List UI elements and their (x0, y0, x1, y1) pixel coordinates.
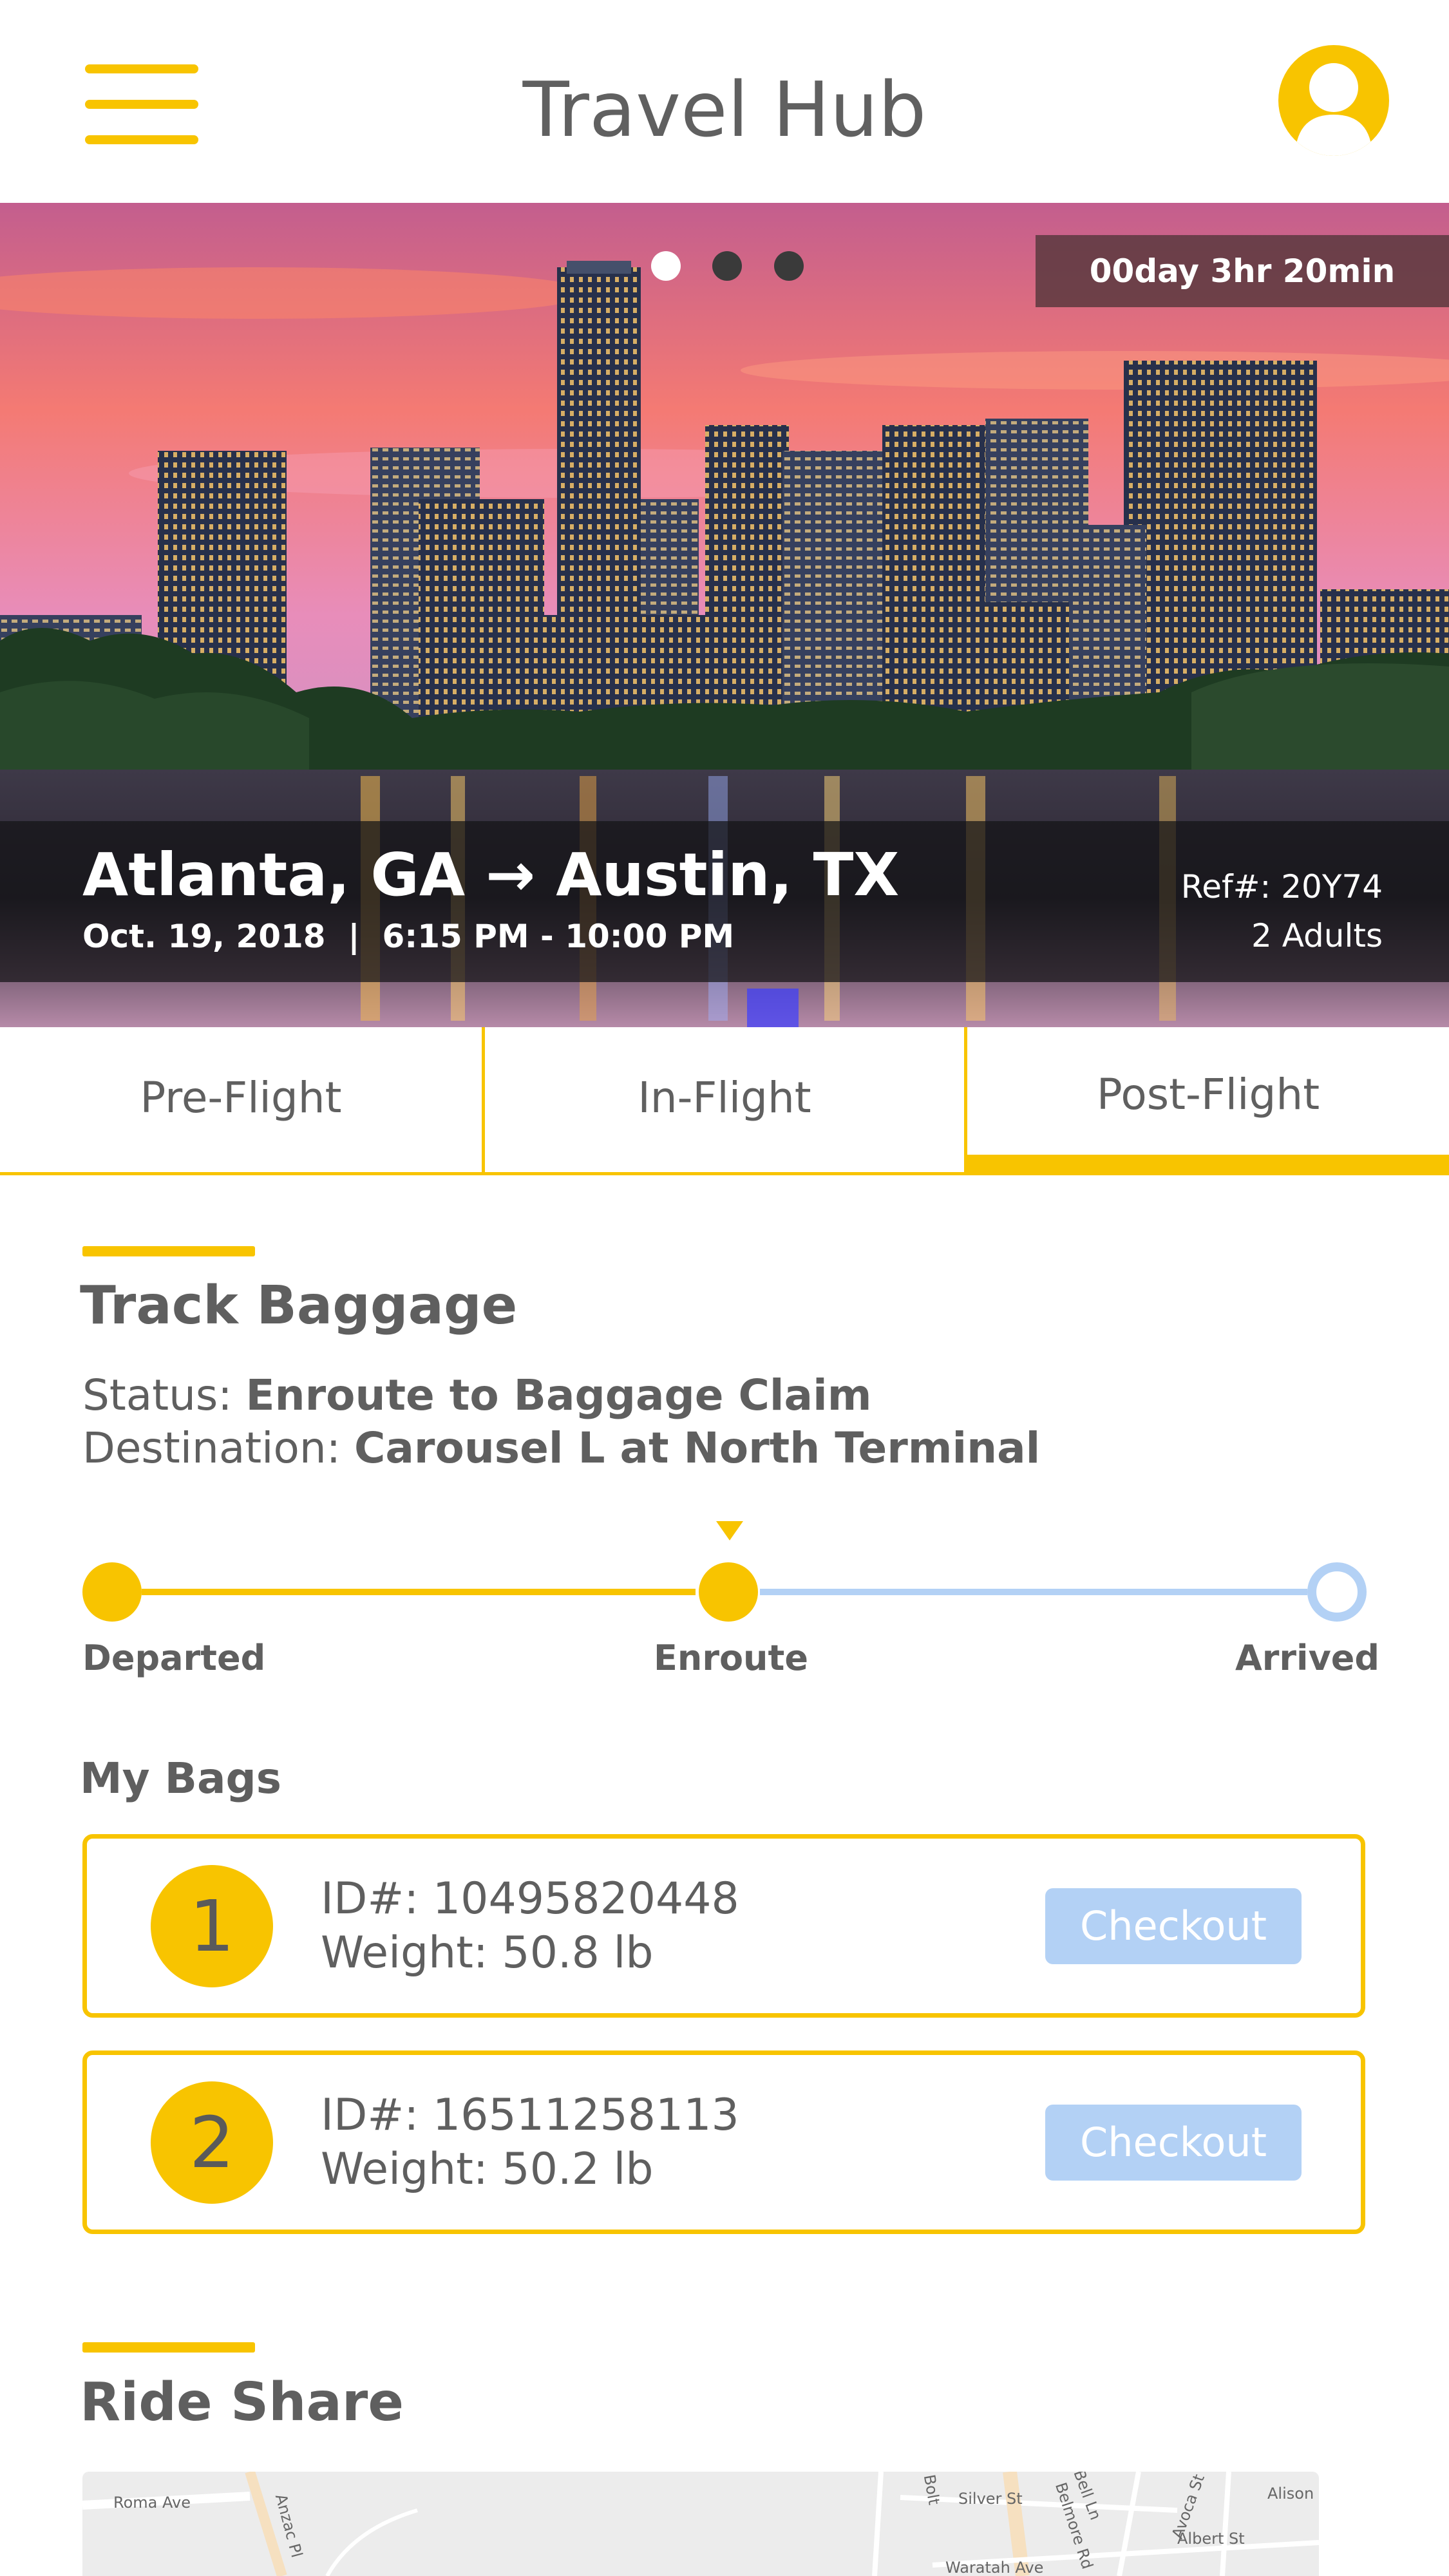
bag-card: 1 ID#: 10495820448 Weight: 50.8 lb Check… (82, 1834, 1365, 2018)
tab-in-flight[interactable]: In-Flight (485, 1027, 964, 1174)
bag-id: ID#: 16511258113 (321, 2090, 739, 2141)
progress-line-complete (142, 1589, 696, 1595)
progress-line-pending (760, 1589, 1307, 1595)
track-baggage-title: Track Baggage (80, 1275, 518, 1336)
current-step-pointer-icon (716, 1521, 743, 1540)
map-street-label: Roma Ave (113, 2494, 191, 2512)
map-street-label: Waratah Ave (945, 2559, 1044, 2576)
status-label: Status: (82, 1370, 232, 1420)
countdown-badge: 00day 3hr 20min (1036, 235, 1449, 307)
step-arrived-label: Arrived (1235, 1638, 1380, 1678)
trip-datetime: Oct. 19, 2018 | 6:15 PM - 10:00 PM (82, 918, 735, 955)
passenger-count: 2 Adults (1251, 917, 1383, 954)
active-tab-indicator (966, 1155, 1449, 1175)
bag-weight: Weight: 50.8 lb (321, 1927, 654, 1978)
step-enroute-label: Enroute (654, 1638, 808, 1678)
baggage-destination: Destination: Carousel L at North Termina… (82, 1423, 1040, 1473)
carousel-dot-3[interactable] (774, 251, 804, 281)
bag-checkout-button[interactable]: Checkout (1045, 1888, 1302, 1964)
bag-number-badge: 2 (151, 2081, 273, 2204)
section-accent (82, 1246, 255, 1256)
bag-id: ID#: 10495820448 (321, 1873, 739, 1924)
booking-reference: Ref#: 20Y74 (1180, 868, 1383, 905)
bag-checkout-button[interactable]: Checkout (1045, 2105, 1302, 2181)
flight-phase-tabs: Pre-Flight In-Flight Post-Flight (0, 1027, 1449, 1175)
app-title: Travel Hub (522, 65, 927, 154)
destination-value: Carousel L at North Terminal (354, 1423, 1041, 1473)
map-street-label: Albert St (1177, 2530, 1245, 2548)
ride-share-title: Ride Share (80, 2372, 404, 2433)
bag-weight: Weight: 50.2 lb (321, 2144, 654, 2195)
carousel-dot-1[interactable] (651, 251, 681, 281)
status-value: Enroute to Baggage Claim (245, 1370, 872, 1420)
map-street-label: Alison (1267, 2485, 1314, 2503)
ride-share-map[interactable]: Roma Ave Anzac Pl Bolt Silver St Bell Ln… (82, 2472, 1319, 2576)
section-accent (82, 2342, 255, 2353)
destination-label: Destination: (82, 1423, 341, 1473)
map-street-label: Silver St (958, 2490, 1023, 2508)
tab-post-flight[interactable]: Post-Flight (967, 1027, 1449, 1174)
carousel-dot-2[interactable] (712, 251, 742, 281)
step-departed-dot (82, 1562, 142, 1622)
step-departed-label: Departed (82, 1638, 266, 1678)
bag-card: 2 ID#: 16511258113 Weight: 50.2 lb Check… (82, 2050, 1365, 2234)
baggage-status: Status: Enroute to Baggage Claim (82, 1370, 871, 1420)
trip-route: Atlanta, GA → Austin, TX (82, 840, 900, 909)
user-avatar-icon[interactable] (1278, 45, 1389, 156)
my-bags-title: My Bags (80, 1754, 282, 1803)
step-enroute-dot (699, 1562, 758, 1622)
step-arrived-dot (1307, 1562, 1367, 1622)
bag-number-badge: 1 (151, 1865, 273, 1987)
tab-pre-flight[interactable]: Pre-Flight (0, 1027, 482, 1174)
